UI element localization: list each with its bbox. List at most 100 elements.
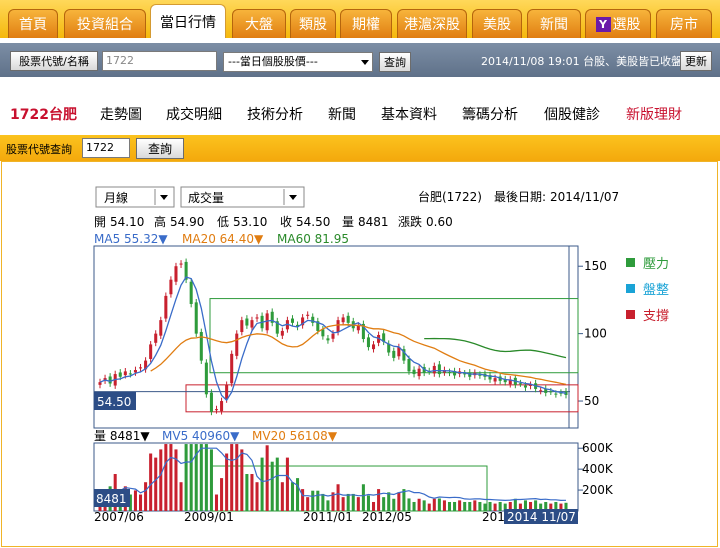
volume-bar: [382, 497, 386, 511]
vol-info-2-text: MV20 56108▼: [252, 429, 338, 443]
price-panel: [93, 245, 579, 429]
last-date-label: 最後日期:: [494, 190, 546, 204]
ma-2-text: MA60 81.95: [277, 232, 349, 246]
volume-bar: [387, 492, 391, 511]
candle-body: [366, 337, 370, 348]
volume-bar: [432, 498, 436, 511]
candle-body: [204, 362, 208, 395]
volume-bar: [397, 492, 401, 511]
volume-bar: [260, 457, 264, 511]
candle-body: [123, 371, 127, 376]
volume-bar: [412, 501, 416, 511]
volume-bar: [341, 497, 345, 511]
price-panel-cursor-strip: [568, 245, 579, 429]
volume-bar: [139, 494, 143, 511]
open-label: 開: [94, 215, 106, 229]
vol-info-1-text: MV5 40960▼: [162, 429, 240, 443]
high-value: 54.90: [170, 215, 204, 229]
volume-bar: [478, 501, 482, 511]
volume-tick-label: 200K: [582, 483, 614, 497]
volume-bar: [351, 493, 355, 511]
volume-bar: [437, 498, 441, 511]
candle-body: [255, 317, 259, 319]
volume-bar: [473, 500, 477, 511]
candle-body: [139, 367, 143, 369]
volume-bar: [265, 445, 269, 511]
volume-bar: [422, 500, 426, 511]
volume-bar: [235, 444, 239, 511]
candle-body: [209, 392, 213, 412]
volume-bar: [245, 474, 249, 511]
candle-body: [250, 320, 254, 328]
candle-body: [159, 320, 163, 336]
x-tick-label: 2014 11/07: [507, 510, 576, 524]
volume-bar: [356, 497, 360, 511]
candle-body: [133, 370, 137, 373]
volume-bar: [133, 490, 137, 511]
legend-label-2: 支撐: [643, 309, 669, 324]
zone-legend: 壓力盤整支撐: [626, 257, 669, 324]
volume-bar: [230, 444, 234, 511]
candle-body: [240, 320, 244, 333]
volume-bar: [458, 500, 462, 511]
volume-value: 8481: [358, 215, 389, 229]
last-date: 2014/11/07: [550, 190, 619, 204]
candle-body: [493, 378, 497, 382]
candle-body: [539, 390, 543, 392]
candle-body: [98, 382, 102, 385]
change-label: 漲跌: [398, 214, 422, 229]
volume-bar: [144, 482, 148, 511]
volume-bar: [225, 453, 229, 511]
close-value: 54.50: [296, 215, 330, 229]
low-label: 低: [217, 215, 229, 229]
candle-body: [437, 364, 441, 375]
x-tick-label: 201: [482, 510, 505, 524]
price-volume-chart: 月線 成交量 台肥(1722) 最後日期: 2014/11/07 開 54.10…: [93, 186, 669, 524]
candle-body: [346, 315, 350, 323]
volume-bar: [179, 482, 183, 511]
last-price-value: 54.50: [97, 395, 131, 409]
volume-bar: [321, 493, 325, 511]
close-label: 收: [280, 215, 292, 229]
volume-bar: [159, 449, 163, 511]
candle-body: [341, 317, 345, 323]
volume-bar: [417, 498, 421, 511]
candle-body: [179, 263, 183, 265]
volume-bar: [468, 501, 472, 511]
candle-body: [392, 350, 396, 358]
volume-bar: [336, 484, 340, 511]
volume-bar: [149, 453, 153, 511]
volume-bar: [220, 478, 224, 511]
legend-swatch-1: [626, 284, 635, 293]
indicator-select-value: 成交量: [188, 190, 224, 205]
candle-body: [169, 279, 173, 295]
change-value: 0.60: [426, 215, 453, 229]
candle-body: [554, 393, 558, 395]
candle-body: [108, 376, 112, 384]
volume-info-row: 量 8481▼ MV5 40960▼ MV20 56108▼: [94, 429, 338, 443]
candle-body: [194, 302, 198, 334]
candle-body: [549, 391, 553, 393]
volume-bar: [169, 444, 173, 511]
volume-bar: [275, 457, 279, 511]
high-label: 高: [154, 214, 166, 229]
candle-body: [118, 372, 122, 377]
volume-bar: [442, 500, 446, 511]
candle-body: [235, 333, 239, 356]
volume-bar: [463, 501, 467, 511]
candle-body: [280, 330, 284, 336]
candle-body: [149, 344, 153, 359]
candle-body: [321, 329, 325, 337]
candle-body: [220, 401, 224, 412]
price-tick-label: 50: [584, 394, 599, 408]
candle-body: [518, 383, 522, 385]
volume-bar: [346, 493, 350, 511]
open-value: 54.10: [110, 215, 144, 229]
candle-body: [174, 266, 178, 282]
candle-body: [523, 385, 527, 388]
x-tick-label: 2007/06: [94, 510, 144, 524]
volume-tick-label: 400K: [582, 462, 614, 476]
volume-bar: [164, 444, 168, 511]
stock-name: 台肥(1722): [418, 189, 482, 204]
candle-body: [225, 384, 229, 400]
